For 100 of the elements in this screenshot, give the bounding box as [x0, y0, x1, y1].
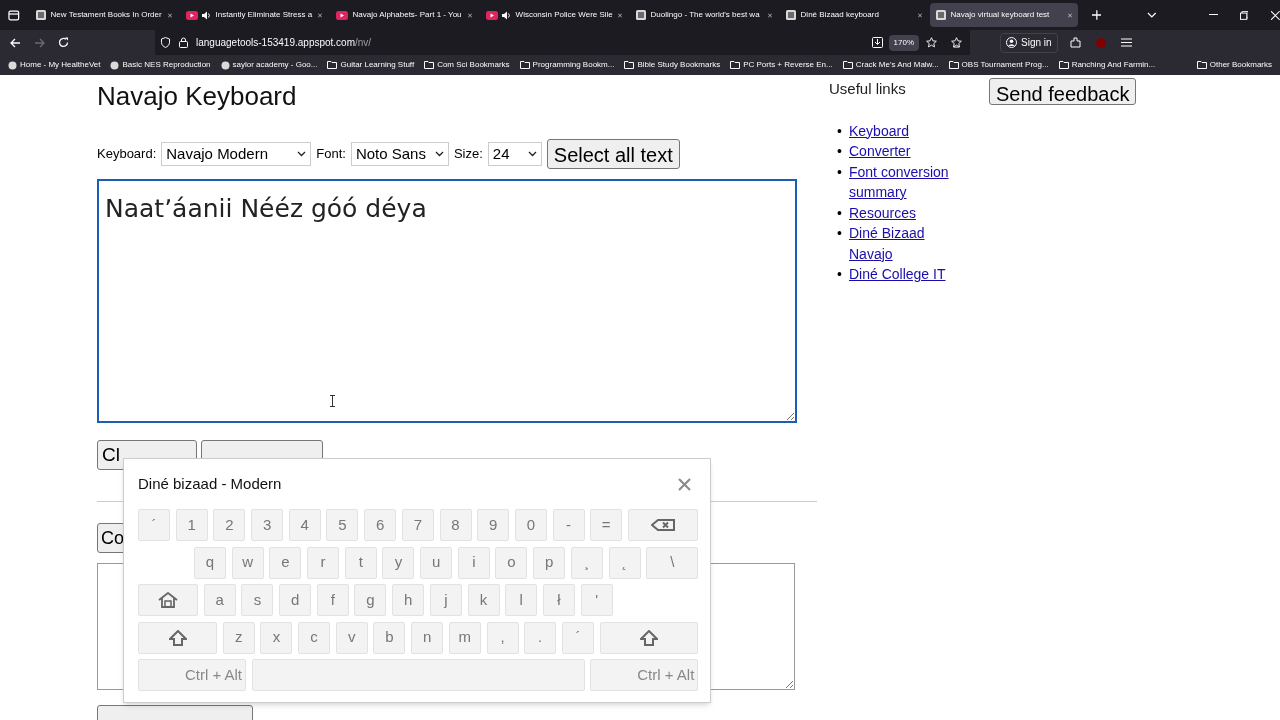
character-key[interactable]: k: [467, 584, 500, 616]
back-icon[interactable]: [10, 37, 21, 48]
character-key[interactable]: q: [194, 546, 226, 579]
character-key[interactable]: p: [533, 546, 566, 579]
character-key[interactable]: 0: [514, 509, 547, 541]
link[interactable]: Font conversion summary: [849, 161, 959, 203]
shift-key[interactable]: [138, 621, 217, 654]
browser-tab[interactable]: Diné Bizaad keyboard: [779, 3, 928, 27]
character-key[interactable]: ´: [138, 509, 170, 541]
link[interactable]: Diné Bizaad Navajo: [849, 223, 959, 264]
character-key[interactable]: c: [298, 621, 331, 654]
restore-icon[interactable]: [1239, 10, 1249, 20]
character-key[interactable]: i: [457, 546, 490, 579]
bookmark-item[interactable]: Basic NES Reproduction: [110, 59, 211, 71]
character-key[interactable]: 4: [288, 509, 321, 541]
character-key[interactable]: t: [344, 546, 377, 579]
address-bar[interactable]: languagetools-153419.appspot.com/nv/ 170%: [155, 30, 970, 55]
download-icon[interactable]: [871, 37, 883, 48]
link[interactable]: Keyboard: [849, 120, 909, 141]
home-key[interactable]: [138, 584, 198, 616]
character-key[interactable]: n: [411, 621, 444, 654]
character-key[interactable]: ´: [561, 621, 594, 654]
star-icon[interactable]: [926, 37, 937, 48]
character-key[interactable]: 5: [326, 509, 359, 541]
backspace-key[interactable]: [627, 509, 698, 541]
link[interactable]: Resources: [849, 202, 916, 223]
character-key[interactable]: ł: [542, 584, 575, 616]
character-key[interactable]: y: [382, 546, 415, 579]
covered-button[interactable]: [97, 705, 253, 720]
character-key[interactable]: u: [420, 546, 453, 579]
shift-key[interactable]: [599, 621, 698, 654]
browser-tab[interactable]: Navajo virtual keyboard test: [929, 3, 1078, 27]
bookmark-item[interactable]: Programming Bookm...: [519, 59, 615, 71]
link[interactable]: Diné College IT: [849, 264, 946, 285]
character-key[interactable]: 7: [401, 509, 434, 541]
character-key[interactable]: 9: [477, 509, 510, 541]
ctrl-alt-key[interactable]: Ctrl + Alt: [590, 659, 699, 691]
bookmark-item[interactable]: Crack Me's And Malw...: [842, 59, 939, 71]
browser-tab[interactable]: Instantly Eliminate Stress a: [179, 3, 328, 27]
character-key[interactable]: d: [279, 584, 312, 616]
character-key[interactable]: w: [231, 546, 264, 579]
character-key[interactable]: a: [203, 584, 236, 616]
text-editor[interactable]: Naatʼáanii Nééz góó déya: [97, 179, 797, 423]
character-key[interactable]: =: [590, 509, 623, 541]
other-bookmarks[interactable]: Other Bookmarks: [1196, 59, 1272, 71]
bookmark-item[interactable]: PC Ports + Reverse En...: [730, 59, 833, 71]
minimize-icon[interactable]: [1208, 14, 1218, 16]
browser-tab[interactable]: Wisconsin Police Were Sile: [479, 3, 628, 27]
resize-handle-icon[interactable]: [786, 412, 794, 420]
send-feedback-button[interactable]: Send feedback: [989, 78, 1137, 105]
character-key[interactable]: x: [260, 621, 293, 654]
character-key[interactable]: 6: [364, 509, 397, 541]
dropdown[interactable]: Navajo Modern: [161, 142, 312, 166]
character-key[interactable]: g: [354, 584, 387, 616]
speaker-icon[interactable]: [201, 10, 211, 20]
bookmark-item[interactable]: Ranching And Farmin...: [1058, 59, 1156, 71]
character-key[interactable]: z: [222, 621, 255, 654]
character-key[interactable]: 8: [439, 509, 472, 541]
bookmark-item[interactable]: saylor academy - Goo...: [220, 59, 318, 71]
sign-in-button[interactable]: Sign in: [1000, 32, 1058, 53]
extensions-icon[interactable]: [1069, 37, 1081, 48]
character-key[interactable]: 1: [175, 509, 208, 541]
character-key[interactable]: ¸: [570, 546, 603, 579]
zoom-level-button[interactable]: 170%: [888, 34, 919, 51]
character-key[interactable]: h: [392, 584, 425, 616]
character-key[interactable]: ': [580, 584, 613, 616]
character-key[interactable]: 2: [213, 509, 246, 541]
character-key[interactable]: f: [316, 584, 349, 616]
character-key[interactable]: b: [373, 621, 406, 654]
bookmark-item[interactable]: OBS Tournament Prog...: [948, 59, 1049, 71]
bookmark-item[interactable]: Home - My HealtheVet: [8, 59, 101, 71]
character-key[interactable]: 3: [251, 509, 284, 541]
character-key[interactable]: v: [335, 621, 368, 654]
bookmark-item[interactable]: Bible Study Bookmarks: [624, 59, 721, 71]
new-tab-icon[interactable]: [1091, 10, 1102, 20]
character-key[interactable]: m: [448, 621, 481, 654]
menu-icon[interactable]: [1120, 38, 1132, 47]
character-key[interactable]: r: [307, 546, 340, 579]
browser-tab[interactable]: Navajo Alphabets- Part 1 - You: [329, 3, 478, 27]
ctrl-alt-key[interactable]: Ctrl + Alt: [138, 659, 246, 691]
bookmark-item[interactable]: Com Sci Bookmarks: [424, 59, 510, 71]
link[interactable]: Converter: [849, 141, 911, 162]
character-key[interactable]: l: [505, 584, 538, 616]
character-key[interactable]: \: [646, 546, 699, 579]
chevron-down-icon[interactable]: [1147, 12, 1157, 18]
character-key[interactable]: j: [429, 584, 462, 616]
character-key[interactable]: .: [524, 621, 557, 654]
reload-icon[interactable]: [58, 37, 69, 48]
tab-list-icon[interactable]: [8, 9, 20, 21]
character-key[interactable]: e: [269, 546, 302, 579]
browser-tab[interactable]: New Testament Books In Order: [29, 3, 178, 27]
select-all-button[interactable]: Select all text: [546, 139, 680, 169]
dropdown[interactable]: Noto Sans: [350, 142, 449, 166]
bookmark-item[interactable]: Guitar Learning Stuff: [327, 59, 415, 71]
character-key[interactable]: -: [552, 509, 585, 541]
browser-tab[interactable]: Duolingo - The world's best wa: [629, 3, 778, 27]
character-key[interactable]: s: [241, 584, 274, 616]
shield-icon[interactable]: [161, 37, 170, 48]
forward-icon[interactable]: [34, 37, 45, 48]
dropdown[interactable]: 24: [487, 142, 542, 166]
